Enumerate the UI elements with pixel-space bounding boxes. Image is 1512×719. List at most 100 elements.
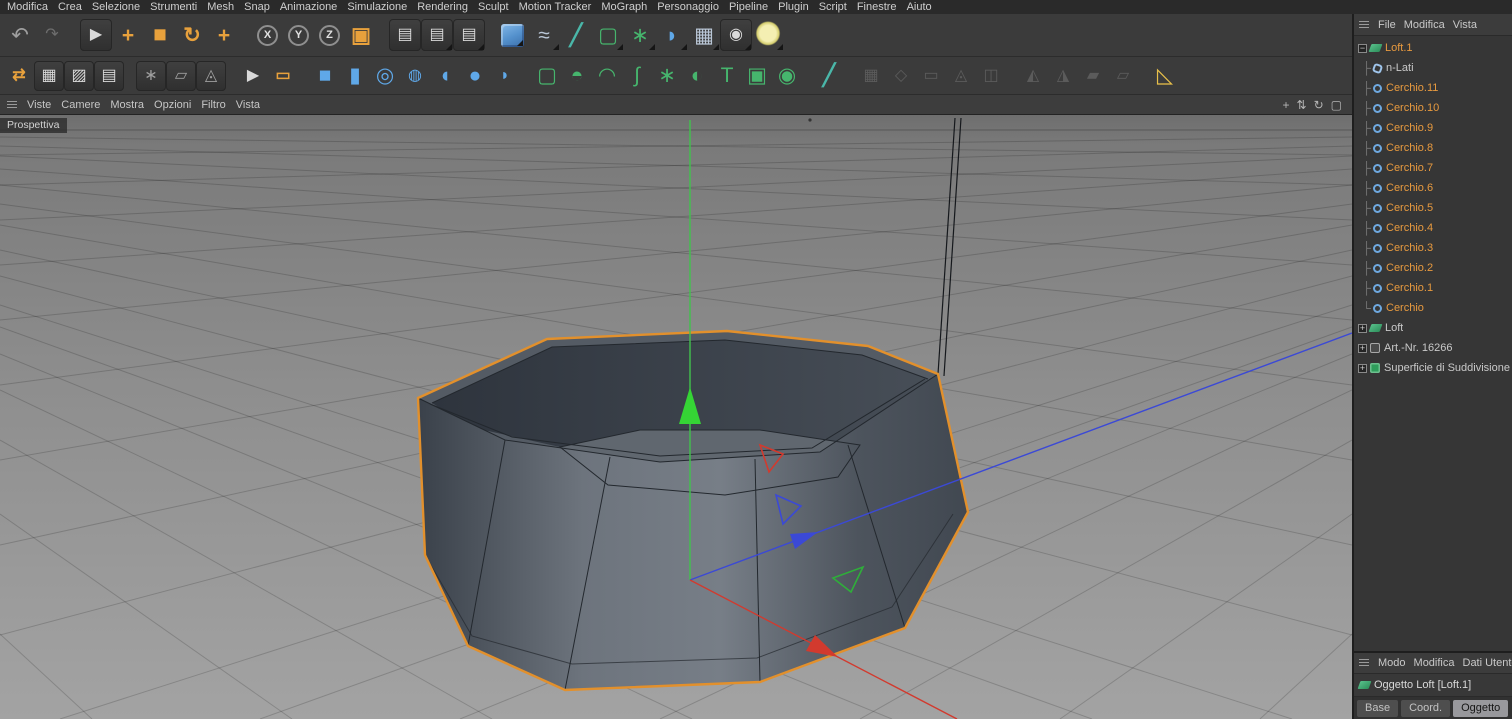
tree-row-cerchio[interactable]: └ Cerchio: [1354, 298, 1512, 318]
tree-row-cerchio-7[interactable]: ├ Cerchio.7: [1354, 158, 1512, 178]
viewport-menu-opzioni[interactable]: Opzioni: [149, 98, 196, 112]
orbit-view-icon[interactable]: ↻: [1314, 99, 1324, 111]
tab-coord[interactable]: Coord.: [1401, 699, 1451, 717]
tree-row-cerchio-9[interactable]: ├ Cerchio.9: [1354, 118, 1512, 138]
object-manager-menu-file[interactable]: File: [1374, 18, 1400, 32]
render-settings-button[interactable]: ▤: [453, 19, 485, 51]
viewport-menu-grip-icon[interactable]: [7, 100, 17, 109]
object-manager-menu-vista[interactable]: Vista: [1449, 18, 1481, 32]
sphere-primitive-button[interactable]: ●: [460, 61, 490, 91]
menu-aiuto[interactable]: Aiuto: [902, 0, 937, 14]
add-array-generator-button[interactable]: ∗: [624, 19, 656, 51]
tree-row-n-lati[interactable]: ├ n-Lati: [1354, 58, 1512, 78]
z-axis-lock-button[interactable]: Z: [319, 24, 340, 46]
tree-row-loft[interactable]: + Loft: [1354, 318, 1512, 338]
mesh-tool-1-button[interactable]: ▦: [856, 61, 886, 91]
menu-motion-tracker[interactable]: Motion Tracker: [514, 0, 597, 14]
render-picture-viewer-button[interactable]: ▤: [421, 19, 453, 51]
add-camera-object-button[interactable]: ◉: [720, 19, 752, 51]
add-floor-object-button[interactable]: ▦: [688, 19, 720, 51]
menu-mograph[interactable]: MoGraph: [596, 0, 652, 14]
loft-object[interactable]: [416, 329, 970, 692]
loft-generator-button[interactable]: ▢: [532, 61, 562, 91]
text-object-button[interactable]: T: [712, 61, 742, 91]
snap-tool-3-button[interactable]: ▰: [1078, 61, 1108, 91]
tree-row-art-nr-16266[interactable]: + Art.-Nr. 16266: [1354, 338, 1512, 358]
mesh-tool-3-button[interactable]: ▭: [916, 61, 946, 91]
x-axis-lock-button[interactable]: X: [257, 24, 278, 46]
expand-toggle[interactable]: +: [1358, 363, 1367, 373]
texture-mode-button[interactable]: ▨: [64, 60, 94, 91]
viewport-menu-filtro[interactable]: Filtro: [196, 98, 230, 112]
viewport-menu-vista[interactable]: Vista: [231, 98, 265, 112]
mesh-tool-4-button[interactable]: ◬: [946, 61, 976, 91]
workplane-mode-button[interactable]: ▤: [94, 60, 124, 91]
menu-plugin[interactable]: Plugin: [773, 0, 814, 14]
cylinder-primitive-button[interactable]: ▮: [340, 61, 370, 91]
add-cube-primitive-button[interactable]: [501, 23, 524, 47]
expand-toggle[interactable]: +: [1358, 343, 1367, 353]
move-tool-button[interactable]: +: [112, 19, 144, 51]
instance-object-button[interactable]: ▣: [742, 61, 772, 91]
menu-animazione[interactable]: Animazione: [275, 0, 342, 14]
snap-tool-1-button[interactable]: ◭: [1018, 61, 1048, 91]
undo-button[interactable]: ↶: [4, 19, 36, 51]
menu-mesh[interactable]: Mesh: [202, 0, 239, 14]
object-manager-grip-icon[interactable]: [1359, 20, 1369, 29]
rectangle-selection-button[interactable]: ▭: [268, 61, 298, 91]
object-manager-menu-modifica[interactable]: Modifica: [1400, 18, 1449, 32]
viewport-menu-viste[interactable]: Viste: [22, 98, 56, 112]
atom-array-button[interactable]: ∗: [652, 61, 682, 91]
attribute-manager-grip-icon[interactable]: [1359, 659, 1369, 667]
expand-toggle[interactable]: +: [1358, 323, 1367, 333]
menu-rendering[interactable]: Rendering: [412, 0, 473, 14]
coordinate-system-button[interactable]: ▣: [345, 19, 377, 51]
make-editable-button[interactable]: ⇄: [4, 61, 34, 91]
model-mode-button[interactable]: ▦: [34, 60, 64, 91]
attribute-menu-dati-utente[interactable]: Dati Utente: [1459, 656, 1512, 670]
add-deformer-button[interactable]: ◗: [656, 19, 688, 51]
spline-pen-2-button[interactable]: ╱: [814, 61, 844, 91]
zoom-view-icon[interactable]: ⇅: [1297, 99, 1307, 111]
tab-oggetto[interactable]: Oggetto: [1453, 699, 1509, 717]
tree-row-cerchio-8[interactable]: ├ Cerchio.8: [1354, 138, 1512, 158]
tree-row-cerchio-1[interactable]: ├ Cerchio.1: [1354, 278, 1512, 298]
menu-modifica[interactable]: Modifica: [2, 0, 53, 14]
oil-tank-primitive-button[interactable]: ◗: [490, 61, 520, 91]
render-view-button[interactable]: ▤: [389, 19, 421, 51]
viewport-canvas[interactable]: [0, 115, 1352, 719]
torus-primitive-button[interactable]: ◖: [430, 61, 460, 91]
tree-row-cerchio-2[interactable]: ├ Cerchio.2: [1354, 258, 1512, 278]
attribute-menu-modifica[interactable]: Modifica: [1410, 656, 1459, 670]
menu-strumenti[interactable]: Strumenti: [145, 0, 202, 14]
menu-script[interactable]: Script: [814, 0, 852, 14]
menu-personaggio[interactable]: Personaggio: [652, 0, 724, 14]
mesh-tool-2-button[interactable]: ◇: [886, 61, 916, 91]
bezier-generator-button[interactable]: ∫: [622, 61, 652, 91]
polygons-mode-button[interactable]: ◬: [196, 60, 226, 91]
add-spline-pen-button[interactable]: ≈: [528, 19, 560, 51]
tree-row-cerchio-10[interactable]: ├ Cerchio.10: [1354, 98, 1512, 118]
menu-pipeline[interactable]: Pipeline: [724, 0, 773, 14]
menu-selezione[interactable]: Selezione: [87, 0, 145, 14]
tree-row-cerchio-6[interactable]: ├ Cerchio.6: [1354, 178, 1512, 198]
tree-row-cerchio-5[interactable]: ├ Cerchio.5: [1354, 198, 1512, 218]
disc-primitive-button[interactable]: ◍: [400, 61, 430, 91]
menu-sculpt[interactable]: Sculpt: [473, 0, 514, 14]
tree-row-superficie-di-suddivisione[interactable]: + Superficie di Suddivisione: [1354, 358, 1512, 378]
measure-tool-button[interactable]: ◺: [1150, 61, 1180, 91]
expand-toggle[interactable]: −: [1358, 43, 1367, 53]
add-subdivision-surface-button[interactable]: ▢: [592, 19, 624, 51]
viewport-menu-mostra[interactable]: Mostra: [105, 98, 149, 112]
metaball-object-button[interactable]: ◉: [772, 61, 802, 91]
menu-snap[interactable]: Snap: [239, 0, 275, 14]
live-selection-2-button[interactable]: ▶: [238, 61, 268, 91]
tab-base[interactable]: Base: [1357, 699, 1399, 717]
viewport-view-label[interactable]: Prospettiva: [0, 118, 67, 133]
boole-object-button[interactable]: ◐: [682, 61, 712, 91]
points-mode-button[interactable]: ∗: [136, 60, 166, 91]
tube-primitive-button[interactable]: ◎: [370, 61, 400, 91]
menu-crea[interactable]: Crea: [53, 0, 87, 14]
tree-row-cerchio-3[interactable]: ├ Cerchio.3: [1354, 238, 1512, 258]
attribute-menu-modo[interactable]: Modo: [1374, 656, 1410, 670]
